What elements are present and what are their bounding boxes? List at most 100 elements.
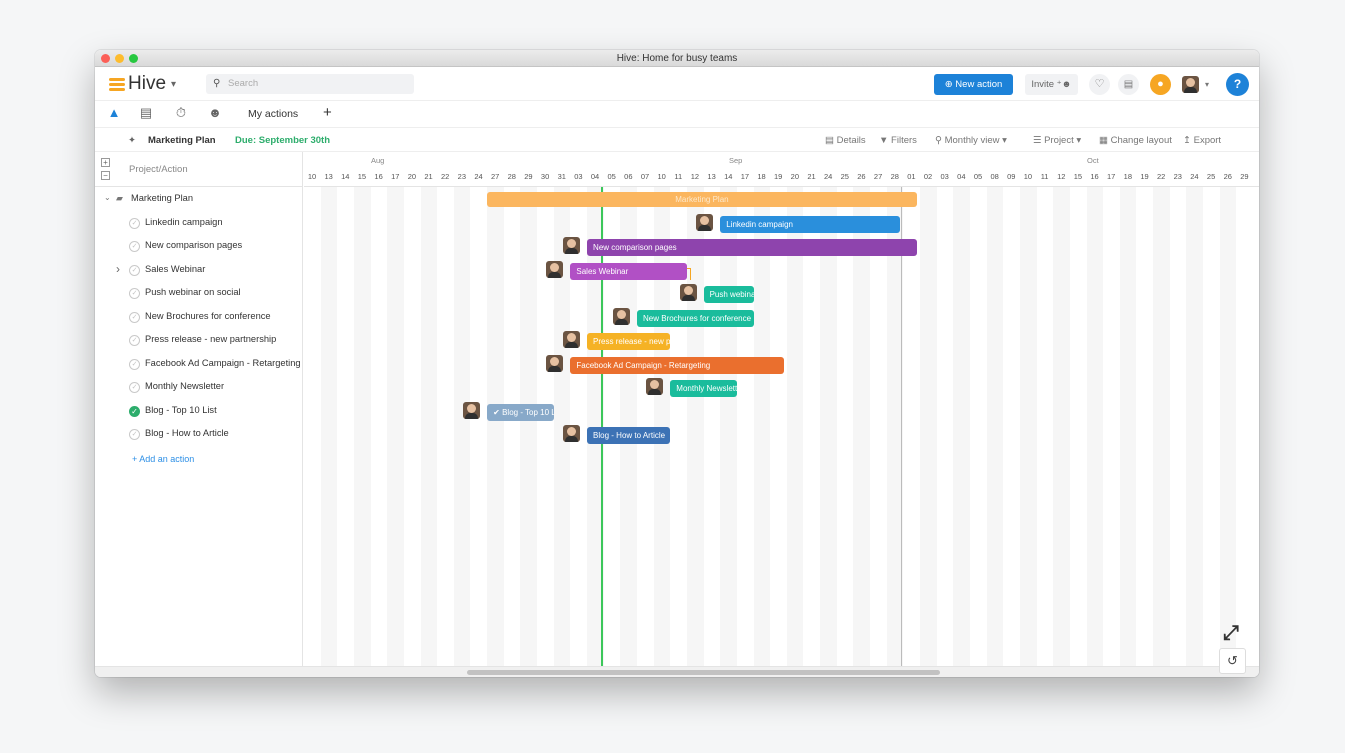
complete-checkbox[interactable]: ✓	[129, 217, 140, 229]
action-bar[interactable]: Sales Webinar	[570, 262, 687, 280]
list-item[interactable]: ✓ New Brochures for conference	[95, 306, 303, 329]
details-button[interactable]: ▤ Details	[825, 135, 866, 146]
day-label: 04	[957, 172, 966, 181]
list-item[interactable]: ✓ New comparison pages	[95, 235, 303, 258]
group-dropdown[interactable]: ☰ Project ▾	[1033, 135, 1081, 146]
minimize-window-button[interactable]	[115, 54, 124, 63]
zoom-window-button[interactable]	[129, 54, 138, 63]
assignee-avatar[interactable]	[646, 378, 664, 395]
assignee-avatar[interactable]	[563, 425, 581, 442]
invite-button[interactable]: Invite ⁺☻	[1025, 74, 1078, 95]
day-label: 11	[674, 172, 683, 181]
day-label: 21	[807, 172, 816, 181]
list-item[interactable]: ✓ Press release - new partnership	[95, 329, 303, 352]
new-action-button[interactable]: ⊕ New action	[934, 74, 1013, 95]
grid-stripe	[820, 187, 837, 666]
complete-checkbox[interactable]: ✓	[129, 241, 140, 252]
timer-icon[interactable]: ⏱	[171, 105, 191, 121]
scrollbar-thumb[interactable]	[467, 670, 940, 675]
bell-icon[interactable]: ♡	[1089, 74, 1110, 95]
grid-stripe	[920, 187, 937, 666]
history-icon[interactable]: ↺	[1219, 648, 1246, 674]
complete-checkbox[interactable]: ✓	[129, 405, 140, 417]
layout-label: Change layout	[1110, 135, 1172, 146]
pin-icon[interactable]: ✦	[128, 135, 136, 146]
assignee-avatar[interactable]	[546, 260, 564, 278]
view-dropdown[interactable]: ⚲ Monthly view ▾	[935, 135, 1007, 146]
change-layout-button[interactable]: ▦ Change layout	[1099, 135, 1172, 146]
collapse-all-icon[interactable]: −	[101, 171, 110, 180]
list-item[interactable]: ✓ Blog - Top 10 List	[95, 400, 303, 423]
list-item[interactable]: ✓ Blog - How to Article	[95, 423, 303, 446]
export-icon: ↥	[1183, 135, 1194, 146]
list-item-label: Push webinar on social	[145, 287, 241, 297]
complete-checkbox[interactable]: ✓	[129, 288, 140, 299]
calendar-icon[interactable]: ▤	[136, 105, 156, 121]
project-row[interactable]: ⌄ ▰ Marketing Plan	[95, 188, 303, 211]
chevron-down-icon[interactable]: ▾	[1205, 80, 1209, 89]
list-item[interactable]: ✓ Facebook Ad Campaign - Retargeting	[95, 353, 303, 376]
grid-stripe	[1119, 187, 1137, 666]
assignee-avatar[interactable]	[563, 331, 581, 348]
day-label: 10	[657, 172, 666, 181]
action-bar[interactable]: Facebook Ad Campaign - Retargeting	[570, 356, 784, 374]
complete-checkbox[interactable]: ✓	[129, 382, 140, 393]
details-icon: ▤	[825, 135, 837, 146]
action-bar[interactable]: ✔ Blog - Top 10 List	[487, 403, 554, 421]
day-label: 12	[690, 172, 700, 181]
assignee-avatar[interactable]	[463, 401, 481, 419]
action-bar[interactable]: Blog - How to Article	[587, 427, 671, 444]
list-item[interactable]: ✓ Push webinar on social	[95, 282, 303, 305]
tab-my-actions[interactable]: My actions	[248, 108, 298, 120]
grid-stripe	[420, 187, 438, 666]
list-header: + − Project/Action	[95, 152, 303, 187]
action-bar[interactable]: Linkedin campaign	[720, 215, 901, 233]
complete-checkbox[interactable]: ✓	[129, 358, 140, 370]
list-item-label: Blog - Top 10 List	[145, 404, 217, 415]
expand-all-icon[interactable]: +	[101, 158, 110, 167]
project-bar[interactable]: Marketing Plan	[487, 192, 917, 207]
assignee-avatar[interactable]	[679, 284, 697, 301]
timeline-header: Aug Sep Oct 10 13 14 15 16 17 20 21 22 23 24 27 28 29…	[304, 152, 1259, 187]
add-action-link[interactable]: + Add an action	[132, 454, 194, 464]
list-item-label: Sales Webinar	[145, 263, 206, 274]
list-item[interactable]: › ✓ Sales Webinar	[95, 259, 303, 282]
expand-icon[interactable]: ⤢	[1223, 622, 1239, 645]
filter-icon: ▼	[879, 135, 892, 146]
document-icon[interactable]: ▤	[1118, 74, 1139, 95]
team-icon[interactable]: ☻	[205, 105, 225, 120]
chevron-down-icon[interactable]: ⌄	[104, 193, 111, 202]
list-item[interactable]: ✓ Monthly Newsletter	[95, 376, 303, 399]
assignee-avatar[interactable]	[546, 354, 564, 372]
day-label: 16	[374, 172, 383, 181]
day-label: 30	[540, 172, 550, 181]
help-icon[interactable]: ?	[1226, 73, 1249, 96]
action-bar[interactable]: Push webinar on social	[703, 286, 754, 303]
filters-button[interactable]: ▼ Filters	[879, 135, 917, 146]
action-bar[interactable]: Press release - new partnership	[587, 333, 671, 350]
list-item[interactable]: ✓ Linkedin campaign	[95, 212, 303, 235]
folder-icon[interactable]: ▲	[104, 105, 124, 120]
export-button[interactable]: ↥ Export	[1183, 135, 1221, 146]
horizontal-scrollbar[interactable]	[95, 666, 1259, 677]
action-bar[interactable]: New Brochures for conference	[637, 309, 754, 327]
assignee-avatar[interactable]	[613, 307, 630, 325]
org-avatar[interactable]: ●	[1150, 74, 1171, 95]
action-bar[interactable]: New comparison pages	[587, 239, 917, 256]
due-date[interactable]: Due: September 30th	[235, 135, 330, 146]
add-tab-button[interactable]: +	[323, 104, 332, 121]
bar-label: Blog - Top 10 List	[502, 407, 554, 417]
action-bar[interactable]: Monthly Newsletter	[670, 380, 737, 397]
search-input[interactable]: ⚲ Search	[206, 74, 414, 94]
chevron-right-icon[interactable]: ›	[116, 262, 120, 276]
complete-checkbox[interactable]: ✓	[129, 264, 140, 276]
complete-checkbox[interactable]: ✓	[129, 311, 140, 323]
user-avatar[interactable]	[1182, 76, 1199, 93]
complete-checkbox[interactable]: ✓	[129, 429, 140, 440]
assignee-avatar[interactable]	[696, 213, 714, 231]
assignee-avatar[interactable]	[563, 237, 581, 254]
day-label: 03	[940, 172, 949, 181]
hive-logo[interactable]: Hive ▾	[109, 73, 176, 95]
close-window-button[interactable]	[101, 54, 110, 63]
complete-checkbox[interactable]: ✓	[129, 335, 140, 346]
